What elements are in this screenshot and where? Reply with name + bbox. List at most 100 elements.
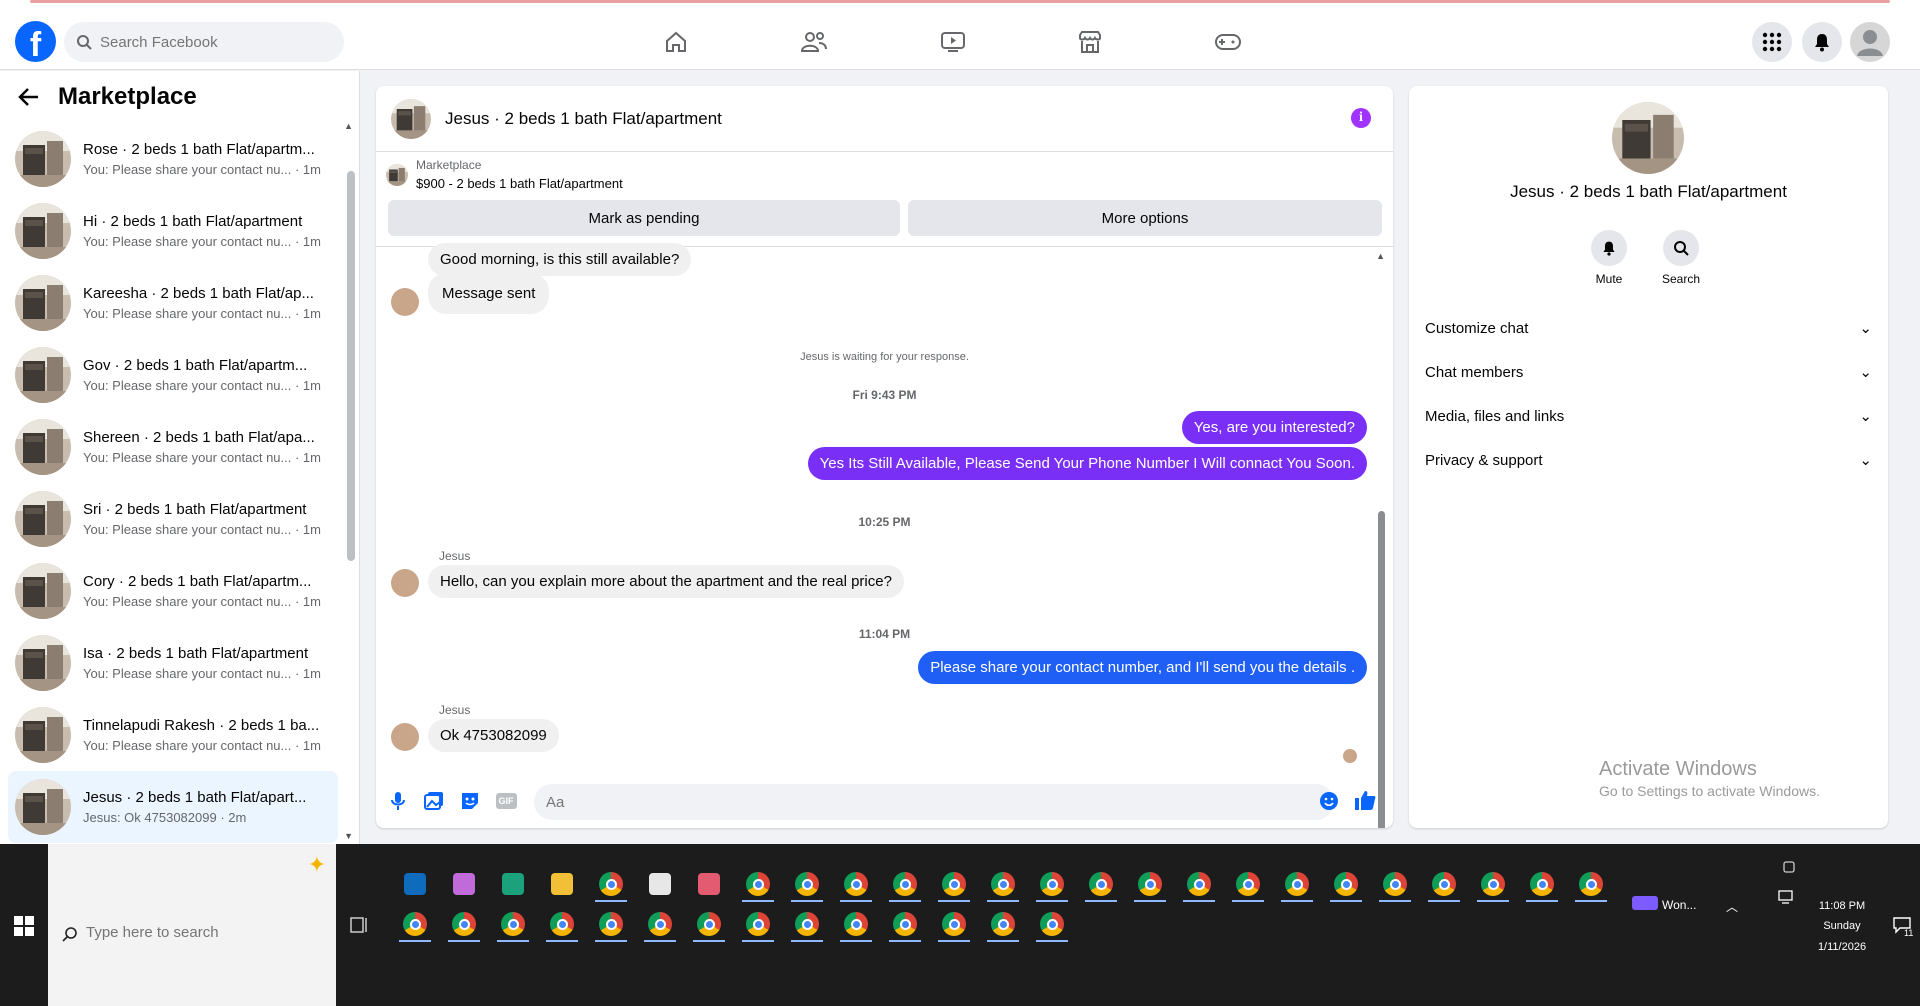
chrome-window-icon[interactable] (885, 866, 925, 902)
chrome-window-icon[interactable] (836, 906, 876, 942)
listing-thumbnail[interactable] (391, 98, 431, 139)
chevron-up-icon[interactable]: ︿ (1726, 898, 1738, 915)
file-explorer-icon[interactable] (542, 866, 582, 902)
chrome-window-icon[interactable] (1277, 866, 1317, 902)
conversation-item[interactable]: Kareesha · 2 beds 1 bath Flat/ap... You: … (8, 267, 338, 339)
info-icon[interactable]: i (1351, 108, 1371, 128)
chrome-window-icon[interactable] (787, 906, 827, 942)
conversation-item[interactable]: Sri · 2 beds 1 bath Flat/apartment You: P… (8, 483, 338, 555)
more-options-button[interactable]: More options (908, 200, 1382, 236)
chrome-window-icon[interactable] (444, 906, 484, 942)
chrome-window-icon[interactable] (1424, 866, 1464, 902)
edge-icon[interactable] (493, 866, 533, 902)
conversation-time: · 1m (291, 378, 321, 393)
chrome-window-icon[interactable] (1375, 866, 1415, 902)
widget-icon[interactable] (1632, 896, 1658, 910)
chrome-window-icon[interactable] (787, 866, 827, 902)
task-view-icon[interactable] (350, 916, 368, 939)
conversation-item[interactable]: Cory · 2 beds 1 bath Flat/apartm... You: … (8, 555, 338, 627)
media-files-links-section[interactable]: Media, files and links ⌄ (1425, 396, 1872, 436)
chrome-window-icon[interactable] (395, 906, 435, 942)
mark-as-pending-button[interactable]: Mark as pending (388, 200, 900, 236)
meet-now-icon[interactable] (1782, 860, 1796, 879)
photo-icon[interactable] (416, 791, 452, 811)
home-icon[interactable] (654, 22, 698, 62)
scroll-down-arrow[interactable]: ▼ (344, 831, 353, 841)
widget-label[interactable]: Won... (1662, 898, 1696, 912)
marketplace-label: Marketplace (416, 158, 482, 172)
chrome-window-icon[interactable] (1473, 866, 1513, 902)
taskbar-search-input[interactable] (86, 924, 306, 941)
search-input[interactable] (100, 33, 320, 51)
conversation-item[interactable]: Jesus · 2 beds 1 bath Flat/apart... Jesus… (8, 771, 338, 843)
microsoft-store-icon[interactable] (640, 866, 680, 902)
privacy-support-section[interactable]: Privacy & support ⌄ (1425, 440, 1872, 480)
chrome-window-icon[interactable] (1571, 866, 1611, 902)
chrome-window-icon[interactable] (1032, 906, 1072, 942)
clock-time[interactable]: 11:08 PM (1800, 900, 1884, 912)
chat-title[interactable]: Jesus · 2 beds 1 bath Flat/apartment (445, 109, 722, 129)
emoji-icon[interactable] (1319, 791, 1339, 816)
conversation-preview: You: Please share your contact nu... (83, 378, 292, 393)
video-icon[interactable] (931, 22, 975, 62)
copilot-icon[interactable] (444, 866, 484, 902)
customize-chat-section[interactable]: Customize chat ⌄ (1425, 308, 1872, 348)
conversation-list-scrollbar[interactable] (347, 171, 355, 561)
conversation-item[interactable]: Hi · 2 beds 1 bath Flat/apartment You: Pl… (8, 195, 338, 267)
search-conversation-button[interactable]: Search (1651, 230, 1711, 286)
chrome-window-icon[interactable] (738, 906, 778, 942)
chrome-window-icon[interactable] (640, 906, 680, 942)
microphone-icon[interactable] (380, 791, 416, 811)
facebook-logo[interactable]: f (15, 21, 56, 62)
chrome-window-icon[interactable] (738, 866, 778, 902)
like-thumbs-up-icon[interactable] (1354, 789, 1376, 816)
chrome-window-icon[interactable] (836, 866, 876, 902)
conversation-item[interactable]: Gov · 2 beds 1 bath Flat/apartm... You: P… (8, 339, 338, 411)
gaming-icon[interactable] (1206, 22, 1250, 62)
conversation-item[interactable]: Rose · 2 beds 1 bath Flat/apartm... You: … (8, 123, 338, 195)
chrome-window-icon[interactable] (493, 906, 533, 942)
chrome-window-icon[interactable] (591, 866, 631, 902)
chrome-window-icon[interactable] (1032, 866, 1072, 902)
chrome-window-icon[interactable] (1081, 866, 1121, 902)
taskbar-search-box[interactable]: ✦ (48, 844, 336, 1006)
clock-day[interactable]: Sunday (1800, 920, 1884, 932)
chrome-window-icon[interactable] (1326, 866, 1366, 902)
chrome-window-icon[interactable] (934, 906, 974, 942)
conversation-item[interactable]: Shereen · 2 beds 1 bath Flat/apa... You: … (8, 411, 338, 483)
marketplace-icon[interactable] (1068, 22, 1112, 62)
chrome-window-icon[interactable] (1130, 866, 1170, 902)
snipping-tool-icon[interactable] (689, 866, 729, 902)
chrome-window-icon[interactable] (983, 906, 1023, 942)
chrome-window-icon[interactable] (983, 866, 1023, 902)
search-box[interactable] (64, 22, 344, 62)
thread-scroll-up[interactable]: ▲ (1376, 251, 1385, 261)
chrome-window-icon[interactable] (542, 906, 582, 942)
gif-icon[interactable]: GIF (488, 793, 524, 809)
network-icon[interactable] (1778, 890, 1796, 909)
mute-button[interactable]: Mute (1579, 230, 1639, 286)
clock-date[interactable]: 1/11/2026 (1800, 941, 1884, 953)
chrome-window-icon[interactable] (885, 906, 925, 942)
chrome-window-icon[interactable] (591, 906, 631, 942)
conversation-item[interactable]: Tinnelapudi Rakesh · 2 beds 1 ba... You: … (8, 699, 338, 771)
back-arrow-icon[interactable] (18, 86, 40, 108)
friends-icon[interactable] (792, 22, 836, 62)
chat-members-section[interactable]: Chat members ⌄ (1425, 352, 1872, 392)
chrome-window-icon[interactable] (1522, 866, 1562, 902)
notifications-bell-icon[interactable] (1802, 22, 1842, 62)
message-input[interactable] (534, 784, 1334, 820)
chrome-window-icon[interactable] (1228, 866, 1268, 902)
chrome-window-icon[interactable] (934, 866, 974, 902)
profile-avatar[interactable] (1850, 22, 1890, 62)
chrome-window-icon[interactable] (1179, 866, 1219, 902)
conversation-preview: You: Please share your contact nu... (83, 738, 292, 753)
conversation-item[interactable]: Isa · 2 beds 1 bath Flat/apartment You: P… (8, 627, 338, 699)
apps-menu-icon[interactable] (1752, 22, 1792, 62)
marketplace-listing-card[interactable]: Marketplace $900 - 2 beds 1 bath Flat/ap… (386, 158, 623, 191)
sticker-icon[interactable] (452, 791, 488, 811)
chrome-window-icon[interactable] (689, 906, 729, 942)
windows-start-icon[interactable] (14, 916, 34, 936)
scroll-up-arrow[interactable]: ▲ (344, 121, 353, 131)
outlook-icon[interactable] (395, 866, 435, 902)
